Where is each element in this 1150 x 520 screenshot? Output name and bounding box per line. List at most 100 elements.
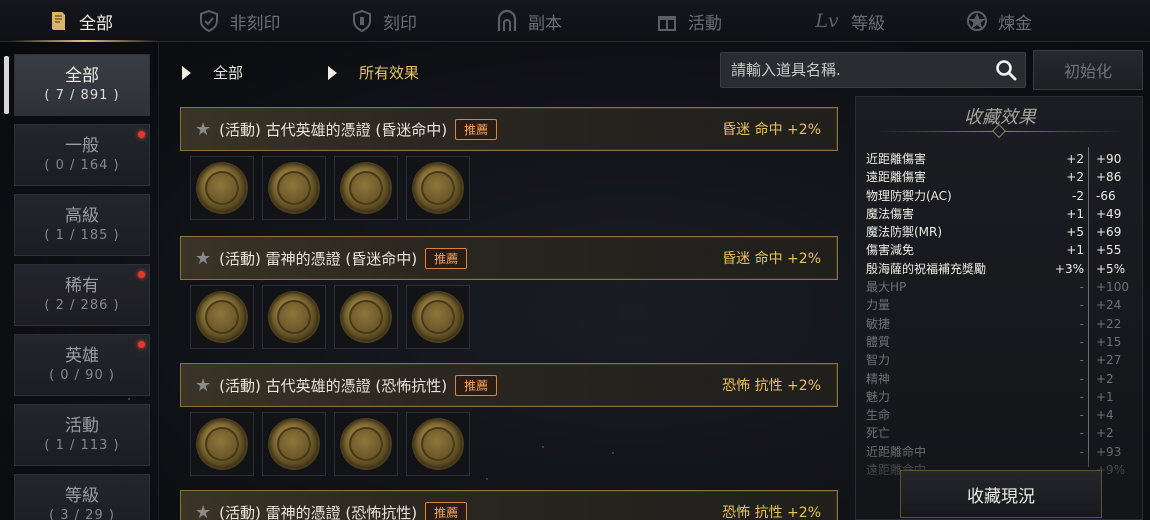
stat-current: - — [1079, 371, 1084, 386]
star-icon[interactable]: ★ — [195, 248, 211, 269]
stat-total: +2 — [1096, 426, 1114, 441]
category-count: ( 0 / 90 ) — [49, 368, 115, 383]
stat-list[interactable]: 近距離傷害 +2 +90 遠距離傷害 +2 +86 物理防禦力(AC) -2 -66 魔法傷害 +1… — [866, 150, 1142, 479]
stat-total: +55 — [1096, 243, 1122, 258]
collection-group-header[interactable]: ★ (活動) 雷神的憑證 (昏迷命中) 推薦 昏迷 命中 +2% — [180, 236, 838, 280]
stat-row: 力量 - +24 — [866, 296, 1142, 314]
stat-current: - — [1079, 316, 1084, 331]
stat-total: +100 — [1096, 280, 1129, 295]
star-icon[interactable]: ★ — [195, 119, 211, 140]
coin-icon — [414, 164, 462, 212]
stat-total: -66 — [1096, 188, 1116, 203]
new-indicator — [138, 341, 145, 348]
coin-icon — [198, 293, 246, 341]
coin-icon — [342, 420, 390, 468]
tab-non-engraved[interactable]: 非刻印 — [158, 0, 318, 42]
stat-current: - — [1079, 426, 1084, 441]
alchemy-icon — [964, 9, 990, 33]
category-normal[interactable]: 一般 ( 0 / 164 ) — [14, 124, 150, 186]
stat-row: 物理防禦力(AC) -2 -66 — [866, 187, 1142, 205]
category-name: 英雄 — [65, 346, 99, 366]
item-slot[interactable] — [406, 412, 470, 476]
active-indicator — [4, 56, 9, 114]
reset-button[interactable]: 初始化 — [1033, 50, 1143, 90]
stat-total: +69 — [1096, 225, 1122, 240]
breadcrumb-level1[interactable]: 全部 — [182, 62, 243, 83]
item-slot[interactable] — [262, 285, 326, 349]
collection-status-button[interactable]: 收藏現況 — [900, 470, 1102, 518]
item-slot-row — [180, 152, 840, 220]
item-slot[interactable] — [334, 285, 398, 349]
star-icon[interactable]: ★ — [195, 375, 211, 396]
sparkle — [486, 478, 488, 480]
stat-current: +2 — [1066, 152, 1084, 166]
stat-row: 近距離傷害 +2 +90 — [866, 150, 1142, 168]
sparkle — [612, 452, 614, 454]
category-name: 活動 — [65, 416, 99, 436]
stat-row: 生命 - +4 — [866, 406, 1142, 424]
stat-total: +1 — [1096, 389, 1114, 404]
stat-current: - — [1079, 280, 1084, 295]
tab-label: 煉金 — [998, 13, 1032, 34]
item-slot[interactable] — [334, 412, 398, 476]
collection-group-header[interactable]: ★ (活動) 雷神的憑證 (恐怖抗性) 推薦 恐怖 抗性 +2% — [180, 490, 838, 520]
group-title: (活動) 古代英雄的憑證 (恐怖抗性) — [219, 376, 448, 395]
stat-current: - — [1079, 353, 1084, 368]
collection-group-header[interactable]: ★ (活動) 古代英雄的憑證 (昏迷命中) 推薦 昏迷 命中 +2% — [180, 107, 838, 151]
tab-alchemy[interactable]: 煉金 — [928, 0, 1068, 42]
category-hero[interactable]: 英雄 ( 0 / 90 ) — [14, 334, 150, 396]
stat-name: 魔法傷害 — [866, 206, 915, 221]
item-slot[interactable] — [190, 156, 254, 220]
category-name: 等級 — [65, 486, 99, 506]
recommend-badge: 推薦 — [425, 501, 468, 520]
stat-name: 近距離傷害 — [866, 152, 927, 166]
group-title: (活動) 雷神的憑證 (恐怖抗性) — [219, 503, 418, 520]
new-indicator — [138, 131, 145, 138]
stat-current: +1 — [1066, 206, 1084, 221]
category-level[interactable]: 等級 ( 3 / 29 ) — [14, 474, 150, 520]
tab-level[interactable]: Lv 等級 — [768, 0, 928, 42]
coin-icon — [270, 420, 318, 468]
category-event[interactable]: 活動 ( 1 / 113 ) — [14, 404, 150, 466]
item-slot[interactable] — [262, 412, 326, 476]
sparkle — [542, 446, 544, 448]
search-icon[interactable] — [995, 59, 1017, 85]
item-slot[interactable] — [406, 156, 470, 220]
tab-event[interactable]: 活動 — [608, 0, 768, 42]
stat-current: +2 — [1066, 170, 1084, 185]
stat-total: +15 — [1096, 334, 1122, 349]
item-slot[interactable] — [334, 156, 398, 220]
item-slot[interactable] — [190, 412, 254, 476]
category-advanced[interactable]: 高級 ( 1 / 185 ) — [14, 194, 150, 256]
tab-all[interactable]: 全部 — [0, 0, 158, 42]
collection-group-header[interactable]: ★ (活動) 古代英雄的憑證 (恐怖抗性) 推薦 恐怖 抗性 +2% — [180, 363, 838, 407]
stat-name: 傷害減免 — [866, 243, 915, 258]
star-icon[interactable]: ★ — [195, 502, 211, 520]
item-slot[interactable] — [406, 285, 470, 349]
category-all[interactable]: 全部 ( 7 / 891 ) — [14, 54, 150, 116]
stat-name: 敏捷 — [866, 316, 891, 331]
book-icon — [45, 9, 71, 33]
item-slot[interactable] — [190, 285, 254, 349]
recommend-badge: 推薦 — [425, 247, 468, 269]
item-slot[interactable] — [262, 156, 326, 220]
category-name: 全部 — [65, 66, 99, 86]
stat-name: 死亡 — [866, 426, 891, 441]
stat-current: - — [1079, 334, 1084, 349]
divider — [158, 42, 159, 520]
breadcrumb-level2[interactable]: 所有效果 — [328, 62, 419, 83]
stat-name: 物理防禦力(AC) — [866, 188, 952, 203]
search-box — [720, 52, 1026, 88]
top-tab-bar: 全部 非刻印 刻印 副本 活動 Lv 等級 煉金 — [0, 0, 1150, 42]
triangle-right-icon — [182, 65, 191, 80]
group-title: (活動) 古代英雄的憑證 (昏迷命中) — [219, 120, 448, 139]
category-count: ( 0 / 164 ) — [44, 158, 120, 173]
tab-engraved[interactable]: 刻印 — [318, 0, 448, 42]
stat-name: 最大HP — [866, 280, 907, 295]
group-effect: 恐怖 抗性 +2% — [722, 505, 821, 520]
item-slot-row — [180, 281, 840, 349]
tab-label: 刻印 — [383, 13, 417, 34]
category-rare[interactable]: 稀有 ( 2 / 286 ) — [14, 264, 150, 326]
search-input[interactable] — [721, 61, 981, 79]
tab-dungeon[interactable]: 副本 — [448, 0, 608, 42]
